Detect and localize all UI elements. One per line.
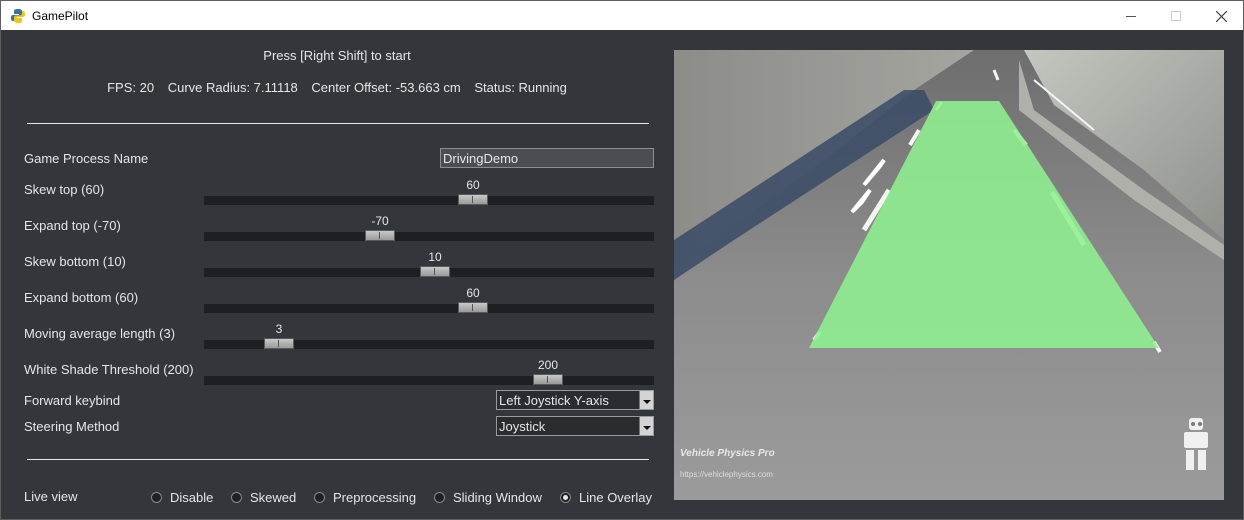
live-view-label: Live view [24, 489, 78, 504]
slider-label-skew-top: Skew top (60) [24, 182, 105, 197]
maximize-icon [1171, 11, 1181, 21]
radio-indicator[interactable] [314, 491, 325, 503]
slider-value: 200 [537, 358, 559, 372]
watermark-url: https://vehiclephysics.com [680, 470, 773, 479]
window-title: GamePilot [32, 9, 89, 23]
radio-indicator[interactable] [151, 491, 162, 503]
radio-preprocessing[interactable]: Preprocessing [314, 489, 416, 505]
slider-handle[interactable] [264, 338, 294, 349]
radio-label: Preprocessing [333, 489, 417, 505]
minimize-icon [1126, 16, 1136, 17]
slider-value: -70 [371, 214, 389, 228]
process-name-label: Game Process Name [24, 151, 149, 166]
radio-indicator[interactable] [231, 491, 242, 503]
watermark-title: Vehicle Physics Pro [680, 448, 775, 459]
slider-track[interactable] [204, 232, 654, 241]
slider-moving-average[interactable]: 3 [204, 322, 654, 350]
live-view-preview: Vehicle Physics Pro https://vehiclephysi… [674, 50, 1224, 500]
radio-indicator[interactable] [434, 491, 445, 503]
slider-track[interactable] [204, 304, 654, 313]
forward-keybind-value: Left Joystick Y-axis [499, 393, 609, 408]
radio-label: Skewed [250, 489, 297, 505]
radio-line-overlay[interactable]: Line Overlay [560, 489, 652, 505]
divider-bottom [27, 459, 649, 460]
status-line: FPS: 20 Curve Radius: 7.11118 Center Off… [25, 80, 649, 95]
slider-handle[interactable] [533, 374, 563, 385]
radio-label: Sliding Window [453, 489, 542, 505]
slider-handle[interactable] [420, 266, 450, 277]
start-prompt: Press [Right Shift] to start [263, 48, 411, 63]
slider-label-skew-bottom: Skew bottom (10) [24, 254, 126, 269]
slider-handle[interactable] [458, 302, 488, 313]
slider-label-expand-top: Expand top (-70) [24, 218, 121, 233]
slider-track[interactable] [204, 376, 654, 385]
process-name-input[interactable]: DrivingDemo [440, 148, 654, 168]
curve-radius-readout: Curve Radius: 7.11118 [167, 80, 298, 95]
radio-label: Line Overlay [579, 489, 652, 505]
slider-value: 60 [466, 286, 480, 300]
radio-label: Disable [170, 489, 214, 505]
slider-expand-top[interactable]: -70 [204, 214, 654, 242]
fps-readout: FPS: 20 [107, 80, 155, 95]
slider-track[interactable] [204, 196, 654, 205]
slider-handle[interactable] [458, 194, 488, 205]
slider-skew-top[interactable]: 60 [204, 178, 654, 206]
chevron-down-icon[interactable] [639, 417, 653, 435]
radio-indicator[interactable] [560, 491, 571, 503]
minimize-button[interactable] [1108, 1, 1154, 31]
forward-keybind-select[interactable]: Left Joystick Y-axis [496, 390, 654, 410]
radio-disable[interactable]: Disable [151, 489, 213, 505]
close-icon [1215, 10, 1227, 22]
slider-label-moving-average: Moving average length (3) [24, 326, 176, 341]
slider-skew-bottom[interactable]: 10 [204, 250, 654, 278]
steering-method-label: Steering Method [24, 419, 120, 434]
title-bar: GamePilot [0, 0, 1244, 30]
divider-top [27, 123, 649, 124]
road-scene [674, 50, 1224, 500]
slider-white-threshold[interactable]: 200 [204, 358, 654, 386]
slider-label-expand-bottom: Expand bottom (60) [24, 290, 139, 305]
radio-sliding-window[interactable]: Sliding Window [434, 489, 542, 505]
slider-label-white-threshold: White Shade Threshold (200) [24, 362, 194, 377]
chevron-down-icon[interactable] [639, 391, 653, 409]
close-button[interactable] [1198, 1, 1244, 31]
maximize-button[interactable] [1153, 1, 1199, 31]
status-readout: Status: Running [474, 80, 567, 95]
slider-value: 60 [466, 178, 480, 192]
forward-keybind-label: Forward keybind [24, 393, 121, 408]
slider-value: 10 [428, 250, 442, 264]
radio-skewed[interactable]: Skewed [231, 489, 296, 505]
python-logo-icon [11, 9, 25, 23]
center-offset-readout: Center Offset: -53.663 cm [311, 80, 461, 95]
slider-value: 3 [275, 322, 283, 336]
steering-method-select[interactable]: Joystick [496, 416, 654, 436]
main-window: Press [Right Shift] to start FPS: 20 Cur… [0, 30, 1244, 520]
slider-handle[interactable] [365, 230, 395, 241]
slider-expand-bottom[interactable]: 60 [204, 286, 654, 314]
steering-method-value: Joystick [499, 419, 546, 434]
